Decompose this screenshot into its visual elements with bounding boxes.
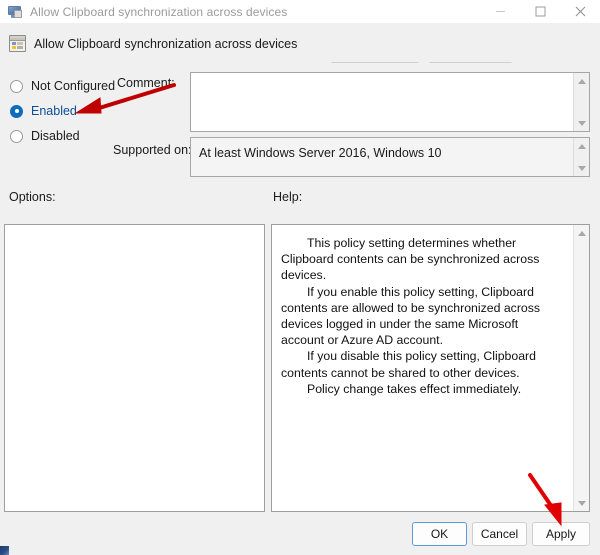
comment-scrollbar[interactable] [573, 73, 589, 131]
radio-enabled-label: Enabled [31, 104, 77, 118]
comment-input[interactable] [190, 72, 590, 132]
comment-scroll-down-icon[interactable] [574, 115, 589, 131]
minimize-icon[interactable] [480, 0, 520, 23]
options-panel[interactable] [4, 224, 265, 512]
help-panel: This policy setting determines whether C… [271, 224, 590, 512]
background-window-fragment [0, 546, 9, 555]
radio-not-configured[interactable]: Not Configured [10, 78, 115, 94]
setting-title: Allow Clipboard synchronization across d… [34, 37, 298, 51]
options-section-label: Options: [9, 190, 56, 204]
cancel-button[interactable]: Cancel [472, 522, 527, 546]
policy-setting-dialog: Allow Clipboard synchronization across d… [0, 0, 600, 555]
help-paragraph: If you disable this policy setting, Clip… [281, 349, 536, 380]
title-bar: Allow Clipboard synchronization across d… [0, 0, 600, 23]
help-text: This policy setting determines whether C… [281, 235, 562, 397]
radio-disabled[interactable]: Disabled [10, 128, 80, 144]
comment-scroll-up-icon[interactable] [574, 73, 589, 89]
radio-enabled-indicator[interactable] [10, 104, 23, 118]
supported-on-scroll-up-icon[interactable] [574, 138, 589, 154]
supported-on-scroll-down-icon[interactable] [574, 160, 589, 176]
window-title: Allow Clipboard synchronization across d… [30, 4, 288, 19]
close-icon[interactable] [560, 0, 600, 23]
supported-on-field: At least Windows Server 2016, Windows 10 [190, 137, 590, 177]
window-controls [480, 0, 600, 23]
help-scrollbar[interactable] [573, 225, 589, 511]
policy-setting-icon [9, 35, 26, 52]
apply-button[interactable]: Apply [532, 522, 590, 546]
supported-on-scrollbar[interactable] [573, 138, 589, 176]
help-scroll-up-icon[interactable] [574, 225, 590, 241]
radio-disabled-label: Disabled [31, 129, 80, 143]
radio-enabled[interactable]: Enabled [10, 103, 77, 119]
supported-on-label: Supported on: [113, 143, 192, 157]
comment-label: Comment: [117, 76, 175, 90]
help-paragraph: Policy change takes effect immediately. [307, 381, 522, 396]
help-section-label: Help: [273, 190, 303, 204]
setting-header: Allow Clipboard synchronization across d… [0, 23, 600, 84]
radio-not-configured-indicator[interactable] [10, 79, 23, 93]
radio-not-configured-label: Not Configured [31, 79, 116, 93]
setting-state-area: Not Configured Enabled Disabled Comment:… [0, 63, 600, 183]
ok-button[interactable]: OK [412, 522, 467, 546]
supported-on-value: At least Windows Server 2016, Windows 10 [199, 146, 442, 160]
policy-monitor-icon [7, 4, 23, 20]
help-paragraph: If you enable this policy setting, Clipb… [281, 284, 541, 348]
help-scroll-down-icon[interactable] [574, 495, 590, 511]
radio-disabled-indicator[interactable] [10, 129, 23, 143]
help-paragraph: This policy setting determines whether C… [281, 236, 540, 283]
maximize-icon[interactable] [520, 0, 560, 23]
